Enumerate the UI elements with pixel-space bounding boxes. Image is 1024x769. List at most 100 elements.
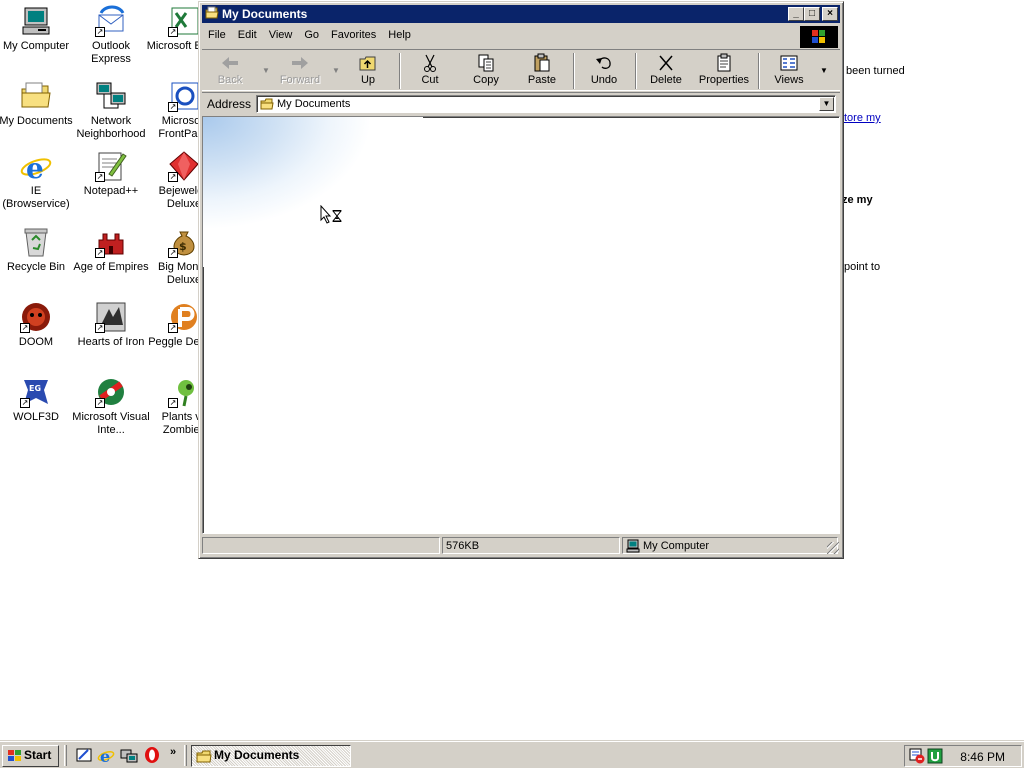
outlook-express-icon: ↗	[95, 5, 127, 37]
taskbar-grip[interactable]	[184, 745, 187, 766]
shortcut-arrow-icon: ↗	[20, 323, 30, 333]
channels-icon[interactable]	[120, 746, 138, 764]
quicklaunch-grip[interactable]	[64, 745, 67, 766]
background-text: been turned	[846, 65, 905, 77]
shortcut-arrow-icon: ↗	[168, 323, 178, 333]
shortcut-arrow-icon: ↗	[95, 172, 105, 182]
desktop-icon-my-computer[interactable]: My Computer	[0, 5, 75, 53]
icon-label: IE (Browservice)	[2, 185, 70, 210]
scheduled-tasks-icon[interactable]	[909, 748, 925, 764]
utorrent-icon[interactable]	[927, 748, 943, 764]
undo-button[interactable]: Undo	[576, 52, 632, 90]
menu-go[interactable]: Go	[298, 25, 325, 41]
icon-label: Recycle Bin	[6, 261, 66, 273]
icon-label: Age of Empires	[73, 261, 149, 273]
shortcut-arrow-icon: ↗	[95, 323, 105, 333]
menu-favorites[interactable]: Favorites	[325, 25, 382, 41]
address-input[interactable]: My Documents ▼	[256, 95, 836, 113]
icon-label: Microsoft Visual Inte...	[72, 411, 150, 436]
desktop-icon-wolf3d[interactable]: EG ↗ WOLF3D	[0, 376, 75, 424]
maximize-button[interactable]: □	[804, 7, 820, 21]
paste-button[interactable]: Paste	[514, 52, 570, 90]
desktop-icon-doom[interactable]: ↗ DOOM	[0, 301, 75, 349]
internet-explorer-icon[interactable]: e	[97, 746, 115, 766]
back-button[interactable]: Back	[202, 52, 258, 90]
copy-label: Copy	[473, 74, 499, 86]
desktop-icon-notepadpp[interactable]: ↗ Notepad++	[72, 150, 150, 198]
back-arrow-icon	[202, 52, 258, 74]
desktop-icon-ie[interactable]: e IE (Browservice)	[0, 150, 75, 211]
folder-icon	[260, 98, 274, 110]
folder-icon	[196, 749, 212, 763]
documents-folder-icon	[20, 80, 52, 112]
icon-label: DOOM	[18, 336, 54, 348]
show-desktop-icon[interactable]	[75, 746, 93, 764]
undo-icon	[576, 52, 632, 74]
forward-dropdown-icon[interactable]: ▼	[332, 66, 340, 75]
desktop-icon-recycle-bin[interactable]: Recycle Bin	[0, 226, 75, 274]
windows-logo-icon	[800, 26, 838, 48]
svg-text:EG: EG	[29, 384, 41, 393]
folder-view[interactable]	[202, 116, 840, 534]
menu-help[interactable]: Help	[382, 25, 417, 41]
menu-bar: File Edit View Go Favorites Help	[202, 25, 840, 48]
up-button[interactable]: Up	[340, 52, 396, 90]
network-icon	[95, 80, 127, 112]
views-dropdown-icon[interactable]: ▼	[820, 66, 828, 75]
status-zone-label: My Computer	[643, 540, 710, 552]
background-text: ze my	[842, 194, 873, 206]
properties-icon	[694, 52, 754, 74]
resize-grip[interactable]	[827, 542, 839, 554]
delete-label: Delete	[650, 74, 682, 86]
icon-label: Notepad++	[83, 185, 139, 197]
delete-button[interactable]: Delete	[638, 52, 694, 90]
back-dropdown-icon[interactable]: ▼	[262, 66, 270, 75]
shortcut-arrow-icon: ↗	[168, 248, 178, 258]
svg-text:e: e	[100, 747, 110, 764]
cut-button[interactable]: Cut	[402, 52, 458, 90]
quicklaunch-chevron[interactable]: »	[170, 746, 176, 758]
desktop-icon-outlook-express[interactable]: ↗ Outlook Express	[72, 5, 150, 66]
up-folder-icon	[340, 52, 396, 74]
doom-icon: ↗	[20, 301, 52, 333]
copy-button[interactable]: Copy	[458, 52, 514, 90]
menu-edit[interactable]: Edit	[232, 25, 263, 41]
minimize-button[interactable]: _	[788, 7, 804, 21]
cut-label: Cut	[421, 74, 439, 86]
opera-icon[interactable]	[143, 746, 161, 764]
status-bar: 576KB My Computer	[202, 536, 840, 555]
start-button[interactable]: Start	[2, 745, 59, 767]
desktop-icon-hearts-of-iron[interactable]: ↗ Hearts of Iron	[72, 301, 150, 349]
clock[interactable]: 8:46 PM	[960, 750, 1005, 764]
notepad-plus-plus-icon: ↗	[95, 150, 127, 182]
shortcut-arrow-icon: ↗	[168, 172, 178, 182]
icon-label: Network Neighborhood	[76, 115, 146, 140]
shortcut-arrow-icon: ↗	[95, 398, 105, 408]
close-button[interactable]: ×	[822, 7, 838, 21]
forward-button[interactable]: Forward	[272, 52, 328, 90]
title-bar[interactable]: My Documents _ □ ×	[202, 5, 840, 23]
wolf3d-icon: EG ↗	[20, 376, 52, 408]
toolbar-separator	[758, 53, 760, 89]
menu-file[interactable]: File	[202, 25, 232, 41]
views-button[interactable]: Views	[761, 52, 817, 90]
title-buttons: _ □ ×	[788, 7, 838, 21]
desktop-icon-network-neighborhood[interactable]: Network Neighborhood	[72, 80, 150, 141]
properties-button[interactable]: Properties	[694, 52, 754, 90]
excel-icon: ↗	[168, 5, 200, 37]
desktop-icon-age-of-empires[interactable]: ↗ Age of Empires	[72, 226, 150, 274]
svg-text:$: $	[179, 240, 187, 253]
task-button-my-documents[interactable]: My Documents	[191, 745, 351, 767]
shortcut-arrow-icon: ↗	[168, 398, 178, 408]
address-dropdown-button[interactable]: ▼	[819, 97, 834, 111]
menu-view[interactable]: View	[263, 25, 299, 41]
icon-label: My Computer	[2, 40, 70, 52]
background-link[interactable]: tore my	[844, 112, 881, 124]
views-grid-icon	[761, 52, 817, 74]
visual-interdev-icon: ↗	[95, 376, 127, 408]
scissors-icon	[402, 52, 458, 74]
undo-label: Undo	[590, 74, 618, 86]
desktop-icon-my-documents[interactable]: My Documents	[0, 80, 75, 128]
properties-label: Properties	[698, 74, 750, 86]
desktop-icon-visual-interdev[interactable]: ↗ Microsoft Visual Inte...	[72, 376, 150, 437]
